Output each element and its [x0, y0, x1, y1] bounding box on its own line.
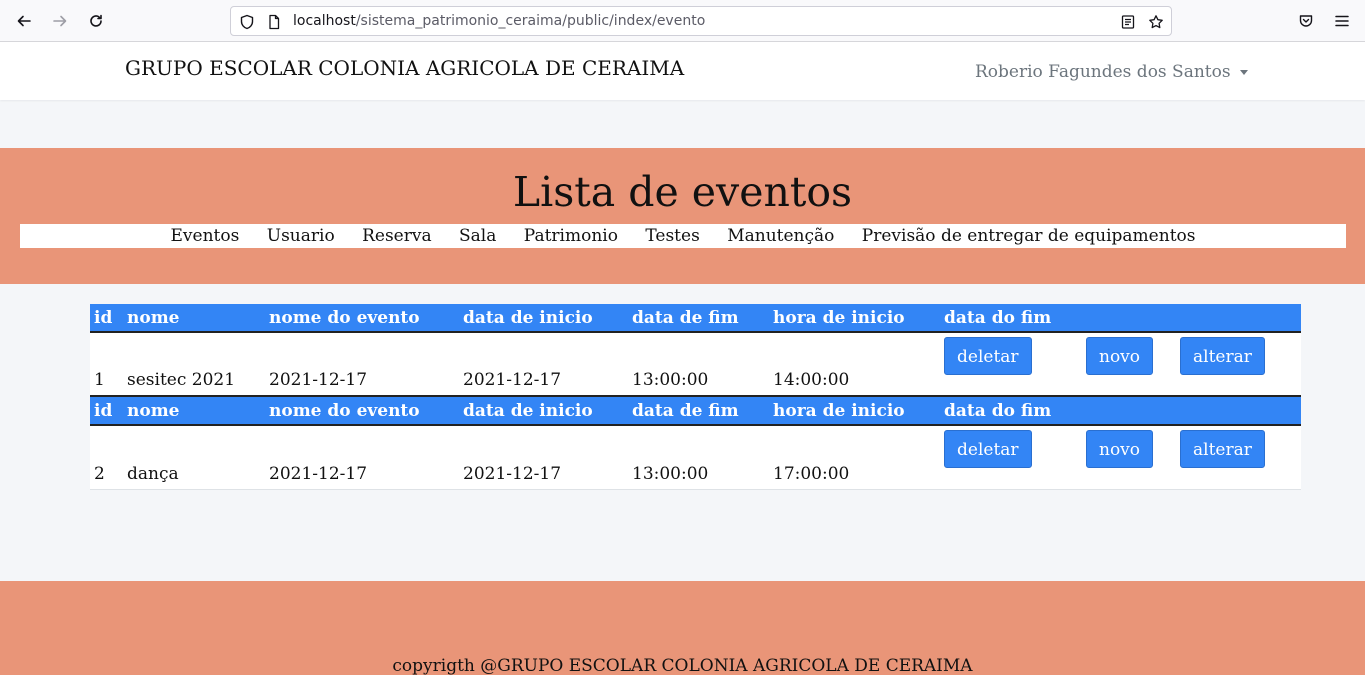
user-dropdown[interactable]: Roberio Fagundes dos Santos [975, 62, 1248, 82]
site-header: GRUPO ESCOLAR COLONIA AGRICOLA DE CERAIM… [0, 42, 1365, 100]
footer-copyright: copyrigth @GRUPO ESCOLAR COLONIA AGRICOL… [392, 656, 973, 675]
shield-icon[interactable] [239, 14, 255, 30]
menu-item-usuario[interactable]: Usuario [267, 224, 335, 248]
column-header-data-de-fim: data de fim [628, 397, 769, 426]
reload-icon[interactable] [83, 9, 109, 33]
delete-button[interactable]: deletar [944, 430, 1032, 468]
column-header-nome-do-evento: nome do evento [265, 397, 459, 426]
table-header-row: id nome nome do evento data de inicio da… [90, 304, 1301, 333]
table-row: 1 sesitec 2021 2021-12-17 2021-12-17 13:… [90, 332, 1301, 397]
page-icon[interactable] [266, 14, 282, 30]
cell-data-de-inicio: 2021-12-17 [459, 425, 628, 490]
column-header-data-de-fim: data de fim [628, 304, 769, 333]
table-header-row: id nome nome do evento data de inicio da… [90, 397, 1301, 426]
cell-new-action: novo [1082, 332, 1176, 397]
menu-item-patrimonio[interactable]: Patrimonio [524, 224, 618, 248]
cell-nome-do-evento: 2021-12-17 [265, 332, 459, 397]
cell-edit-action: alterar [1176, 332, 1301, 397]
column-header-data-do-fim: data do fim [940, 304, 1082, 333]
cell-nome: dança [123, 425, 265, 490]
bookmark-star-icon[interactable] [1148, 14, 1164, 30]
cell-new-action: novo [1082, 425, 1176, 490]
column-header-nome-do-evento: nome do evento [265, 304, 459, 333]
brand-title[interactable]: GRUPO ESCOLAR COLONIA AGRICOLA DE CERAIM… [125, 56, 684, 80]
cell-edit-action: alterar [1176, 425, 1301, 490]
column-header-empty [1082, 397, 1176, 426]
column-header-data-de-inicio: data de inicio [459, 397, 628, 426]
column-header-hora-de-inicio: hora de inicio [769, 397, 940, 426]
back-arrow-icon[interactable] [11, 9, 37, 33]
menu-item-eventos[interactable]: Eventos [171, 224, 240, 248]
events-table: id nome nome do evento data de inicio da… [90, 304, 1301, 397]
cell-id: 2 [90, 425, 123, 490]
browser-toolbar: localhost/sistema_patrimonio_ceraima/pub… [0, 0, 1365, 42]
forward-arrow-icon[interactable] [47, 9, 73, 33]
menu-item-reserva[interactable]: Reserva [362, 224, 432, 248]
cell-data-de-inicio: 2021-12-17 [459, 332, 628, 397]
main-menu: Eventos Usuario Reserva Sala Patrimonio … [20, 224, 1346, 248]
cell-data-de-fim: 13:00:00 [628, 425, 769, 490]
column-header-empty [1176, 397, 1301, 426]
cell-delete-action: deletar [940, 425, 1082, 490]
url-host: localhost [293, 13, 356, 29]
edit-button[interactable]: alterar [1180, 337, 1265, 375]
column-header-nome: nome [123, 397, 265, 426]
cell-hora-de-inicio: 14:00:00 [769, 332, 940, 397]
new-button[interactable]: novo [1086, 337, 1154, 375]
page-banner: Lista de eventos Eventos Usuario Reserva… [0, 148, 1365, 284]
menu-item-testes[interactable]: Testes [645, 224, 699, 248]
cell-nome: sesitec 2021 [123, 332, 265, 397]
column-header-data-de-inicio: data de inicio [459, 304, 628, 333]
edit-button[interactable]: alterar [1180, 430, 1265, 468]
user-name: Roberio Fagundes dos Santos [975, 62, 1231, 82]
column-header-hora-de-inicio: hora de inicio [769, 304, 940, 333]
menu-item-previsao[interactable]: Previsão de entregar de equipamentos [862, 224, 1196, 248]
cell-id: 1 [90, 332, 123, 397]
cell-hora-de-inicio: 17:00:00 [769, 425, 940, 490]
column-header-id: id [90, 304, 123, 333]
events-list: id nome nome do evento data de inicio da… [90, 304, 1301, 490]
url-text[interactable]: localhost/sistema_patrimonio_ceraima/pub… [293, 13, 705, 29]
hamburger-menu-icon[interactable] [1329, 9, 1355, 33]
cell-data-de-fim: 13:00:00 [628, 332, 769, 397]
events-table: id nome nome do evento data de inicio da… [90, 397, 1301, 490]
column-header-empty [1082, 304, 1176, 333]
address-bar[interactable]: localhost/sistema_patrimonio_ceraima/pub… [230, 6, 1172, 36]
cell-delete-action: deletar [940, 332, 1082, 397]
caret-down-icon [1239, 69, 1248, 75]
column-header-id: id [90, 397, 123, 426]
menu-item-sala[interactable]: Sala [459, 224, 496, 248]
pocket-icon[interactable] [1293, 9, 1319, 33]
new-button[interactable]: novo [1086, 430, 1154, 468]
url-path: /sistema_patrimonio_ceraima/public/index… [355, 13, 706, 29]
menu-item-manutencao[interactable]: Manutenção [727, 224, 834, 248]
column-header-data-do-fim: data do fim [940, 397, 1082, 426]
delete-button[interactable]: deletar [944, 337, 1032, 375]
cell-nome-do-evento: 2021-12-17 [265, 425, 459, 490]
page-title: Lista de eventos [512, 168, 853, 216]
table-row: 2 dança 2021-12-17 2021-12-17 13:00:00 1… [90, 425, 1301, 490]
reader-view-icon[interactable] [1120, 14, 1136, 30]
column-header-nome: nome [123, 304, 265, 333]
site-footer: copyrigth @GRUPO ESCOLAR COLONIA AGRICOL… [0, 581, 1365, 675]
column-header-empty [1176, 304, 1301, 333]
